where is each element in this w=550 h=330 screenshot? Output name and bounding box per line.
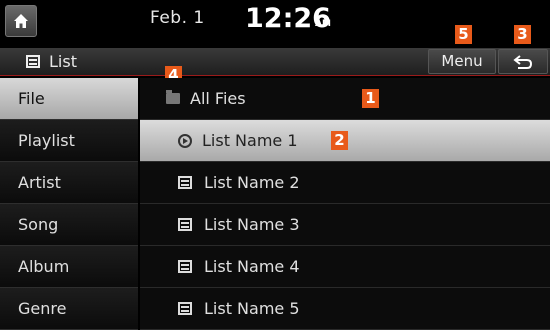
list-item-label: List Name 2 bbox=[204, 173, 300, 192]
list-item[interactable]: List Name 1 2 bbox=[140, 120, 550, 162]
back-icon bbox=[513, 54, 533, 69]
home-icon bbox=[14, 14, 28, 28]
list-icon bbox=[178, 302, 192, 315]
list-item-label: List Name 3 bbox=[204, 215, 300, 234]
list-item[interactable]: List Name 5 bbox=[140, 288, 550, 330]
sidebar-item-playlist[interactable]: Playlist bbox=[0, 120, 138, 162]
menu-button[interactable]: Menu bbox=[428, 49, 496, 74]
home-button[interactable] bbox=[5, 5, 37, 37]
list-icon bbox=[178, 260, 192, 273]
list-item-label: List Name 5 bbox=[204, 299, 300, 318]
sidebar-item-file[interactable]: File bbox=[0, 78, 138, 120]
folder-row[interactable]: All Fies 1 bbox=[140, 78, 550, 120]
sidebar-item-song[interactable]: Song bbox=[0, 204, 138, 246]
sidebar-item-genre[interactable]: Genre bbox=[0, 288, 138, 330]
back-button[interactable] bbox=[498, 49, 548, 74]
play-icon bbox=[178, 133, 192, 148]
ampm-indicator: AM bbox=[315, 19, 331, 29]
sidebar-item-artist[interactable]: Artist bbox=[0, 162, 138, 204]
list-icon bbox=[178, 176, 192, 189]
date-display: Feb. 1 bbox=[150, 8, 205, 28]
callout-5: 5 bbox=[455, 25, 472, 44]
callout-1: 1 bbox=[362, 89, 379, 108]
sidebar-item-album[interactable]: Album bbox=[0, 246, 138, 288]
list-title: List bbox=[26, 52, 77, 71]
list-item[interactable]: List Name 3 bbox=[140, 204, 550, 246]
callout-2: 2 bbox=[331, 131, 348, 150]
list-item[interactable]: List Name 4 bbox=[140, 246, 550, 288]
list-title-label: List bbox=[49, 52, 77, 71]
folder-label: All Fies bbox=[190, 89, 246, 108]
list-icon bbox=[26, 55, 40, 68]
folder-icon bbox=[166, 90, 180, 104]
list-item[interactable]: List Name 2 bbox=[140, 162, 550, 204]
file-list: All Fies 1 List Name 1 2 List Name 2 Lis… bbox=[140, 78, 550, 330]
header-bar: List Menu bbox=[0, 48, 550, 76]
list-item-label: List Name 4 bbox=[204, 257, 300, 276]
callout-3: 3 bbox=[514, 25, 531, 44]
list-icon bbox=[178, 218, 192, 231]
list-item-label: List Name 1 bbox=[202, 131, 298, 150]
sidebar: File Playlist Artist Song Album Genre bbox=[0, 78, 138, 330]
